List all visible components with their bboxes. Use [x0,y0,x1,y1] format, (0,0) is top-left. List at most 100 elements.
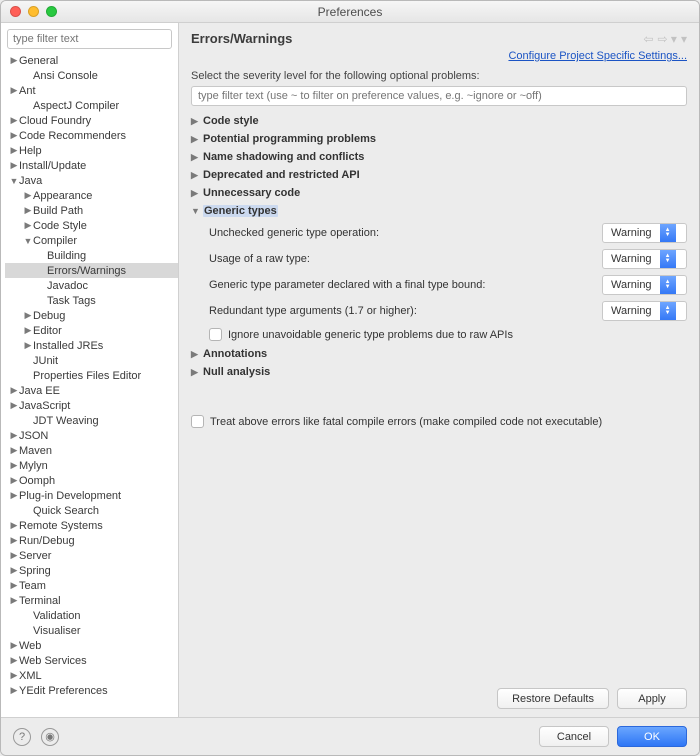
twisty-closed-icon[interactable]: ▶ [191,188,203,199]
checkbox-icon[interactable] [209,328,222,341]
tree-item[interactable]: ▶Installed JREs [5,338,178,353]
tree-item[interactable]: ▶Web [5,638,178,653]
tree-item[interactable]: ▶YEdit Preferences [5,683,178,698]
tree-item[interactable]: Building [5,248,178,263]
twisty-closed-icon[interactable]: ▶ [9,475,19,486]
twisty-closed-icon[interactable]: ▶ [191,152,203,163]
tree-item[interactable]: ▶JSON [5,428,178,443]
nav-menu-icon[interactable]: ▾ [681,32,687,46]
twisty-open-icon[interactable]: ▼ [23,236,33,246]
minimize-icon[interactable] [28,6,39,17]
twisty-closed-icon[interactable]: ▶ [9,55,19,66]
tree-item[interactable]: Ansi Console [5,68,178,83]
tree-item[interactable]: ▼Java [5,173,178,188]
twisty-closed-icon[interactable]: ▶ [9,655,19,666]
section-header[interactable]: ▶Potential programming problems [191,130,687,148]
select-stepper-icon[interactable]: ▲▼ [660,302,676,320]
project-settings-link[interactable]: Configure Project Specific Settings... [508,50,687,62]
select-stepper-icon[interactable]: ▲▼ [660,224,676,242]
twisty-closed-icon[interactable]: ▶ [191,367,203,378]
twisty-closed-icon[interactable]: ▶ [9,520,19,531]
tree-item[interactable]: Task Tags [5,293,178,308]
twisty-closed-icon[interactable]: ▶ [9,640,19,651]
tree-filter-input[interactable] [7,29,172,49]
twisty-closed-icon[interactable]: ▶ [23,310,33,321]
tree-item[interactable]: ▶Code Style [5,218,178,233]
twisty-closed-icon[interactable]: ▶ [9,445,19,456]
tree-item[interactable]: ▶Code Recommenders [5,128,178,143]
tree-item[interactable]: JUnit [5,353,178,368]
twisty-closed-icon[interactable]: ▶ [191,116,203,127]
section-header[interactable]: ▶Annotations [191,345,687,363]
twisty-closed-icon[interactable]: ▶ [9,460,19,471]
tree-item[interactable]: ▶Team [5,578,178,593]
tree-item[interactable]: Quick Search [5,503,178,518]
settings-filter-input[interactable] [191,86,687,106]
twisty-closed-icon[interactable]: ▶ [9,490,19,501]
tree-item[interactable]: Errors/Warnings [5,263,178,278]
section-header[interactable]: ▶Code style [191,112,687,130]
tree-item[interactable]: AspectJ Compiler [5,98,178,113]
twisty-closed-icon[interactable]: ▶ [9,145,19,156]
severity-select[interactable]: Warning▲▼ [602,301,687,321]
select-stepper-icon[interactable]: ▲▼ [660,276,676,294]
twisty-closed-icon[interactable]: ▶ [191,349,203,360]
tree-item[interactable]: ▶Build Path [5,203,178,218]
apply-button[interactable]: Apply [617,688,687,709]
twisty-closed-icon[interactable]: ▶ [9,130,19,141]
twisty-closed-icon[interactable]: ▶ [9,160,19,171]
severity-select[interactable]: Warning▲▼ [602,223,687,243]
ok-button[interactable]: OK [617,726,687,747]
close-icon[interactable] [10,6,21,17]
twisty-closed-icon[interactable]: ▶ [23,340,33,351]
select-stepper-icon[interactable]: ▲▼ [660,250,676,268]
twisty-closed-icon[interactable]: ▶ [191,134,203,145]
nav-back-icon[interactable]: ⇦ [643,32,653,46]
section-header[interactable]: ▶Null analysis [191,363,687,381]
twisty-closed-icon[interactable]: ▶ [9,85,19,96]
tree-item[interactable]: ▶Appearance [5,188,178,203]
twisty-closed-icon[interactable]: ▶ [191,170,203,181]
twisty-closed-icon[interactable]: ▶ [9,430,19,441]
cancel-button[interactable]: Cancel [539,726,609,747]
tree-item[interactable]: ▼Compiler [5,233,178,248]
twisty-closed-icon[interactable]: ▶ [23,190,33,201]
tree-item[interactable]: ▶Debug [5,308,178,323]
section-header[interactable]: ▶Unnecessary code [191,184,687,202]
section-checkbox-row[interactable]: Ignore unavoidable generic type problems… [191,324,687,345]
section-header[interactable]: ▼Generic types [191,202,687,220]
twisty-open-icon[interactable]: ▼ [191,206,203,216]
tree-item[interactable]: ▶Ant [5,83,178,98]
zoom-icon[interactable] [46,6,57,17]
twisty-closed-icon[interactable]: ▶ [9,595,19,606]
tree-item[interactable]: ▶Java EE [5,383,178,398]
tree-item[interactable]: Validation [5,608,178,623]
tree-item[interactable]: ▶Spring [5,563,178,578]
tree-item[interactable]: Javadoc [5,278,178,293]
tree-item[interactable]: ▶Cloud Foundry [5,113,178,128]
tree-item[interactable]: ▶XML [5,668,178,683]
tree-item[interactable]: ▶Plug-in Development [5,488,178,503]
section-header[interactable]: ▶Name shadowing and conflicts [191,148,687,166]
twisty-open-icon[interactable]: ▼ [9,176,19,186]
tree-item[interactable]: Properties Files Editor [5,368,178,383]
twisty-closed-icon[interactable]: ▶ [9,580,19,591]
restore-defaults-button[interactable]: Restore Defaults [497,688,609,709]
section-header[interactable]: ▶Deprecated and restricted API [191,166,687,184]
tree-item[interactable]: Visualiser [5,623,178,638]
tree-item[interactable]: ▶Install/Update [5,158,178,173]
tree-item[interactable]: ▶Oomph [5,473,178,488]
nav-forward-icon[interactable]: ⇨ ▾ [658,32,677,46]
twisty-closed-icon[interactable]: ▶ [9,670,19,681]
import-export-icon[interactable]: ◉ [41,728,59,746]
tree-item[interactable]: ▶Run/Debug [5,533,178,548]
tree-item[interactable]: ▶Server [5,548,178,563]
twisty-closed-icon[interactable]: ▶ [23,220,33,231]
tree-item[interactable]: JDT Weaving [5,413,178,428]
tree-item[interactable]: ▶Help [5,143,178,158]
tree-item[interactable]: ▶Maven [5,443,178,458]
help-icon[interactable]: ? [13,728,31,746]
twisty-closed-icon[interactable]: ▶ [23,325,33,336]
tree-item[interactable]: ▶JavaScript [5,398,178,413]
tree-item[interactable]: ▶Terminal [5,593,178,608]
